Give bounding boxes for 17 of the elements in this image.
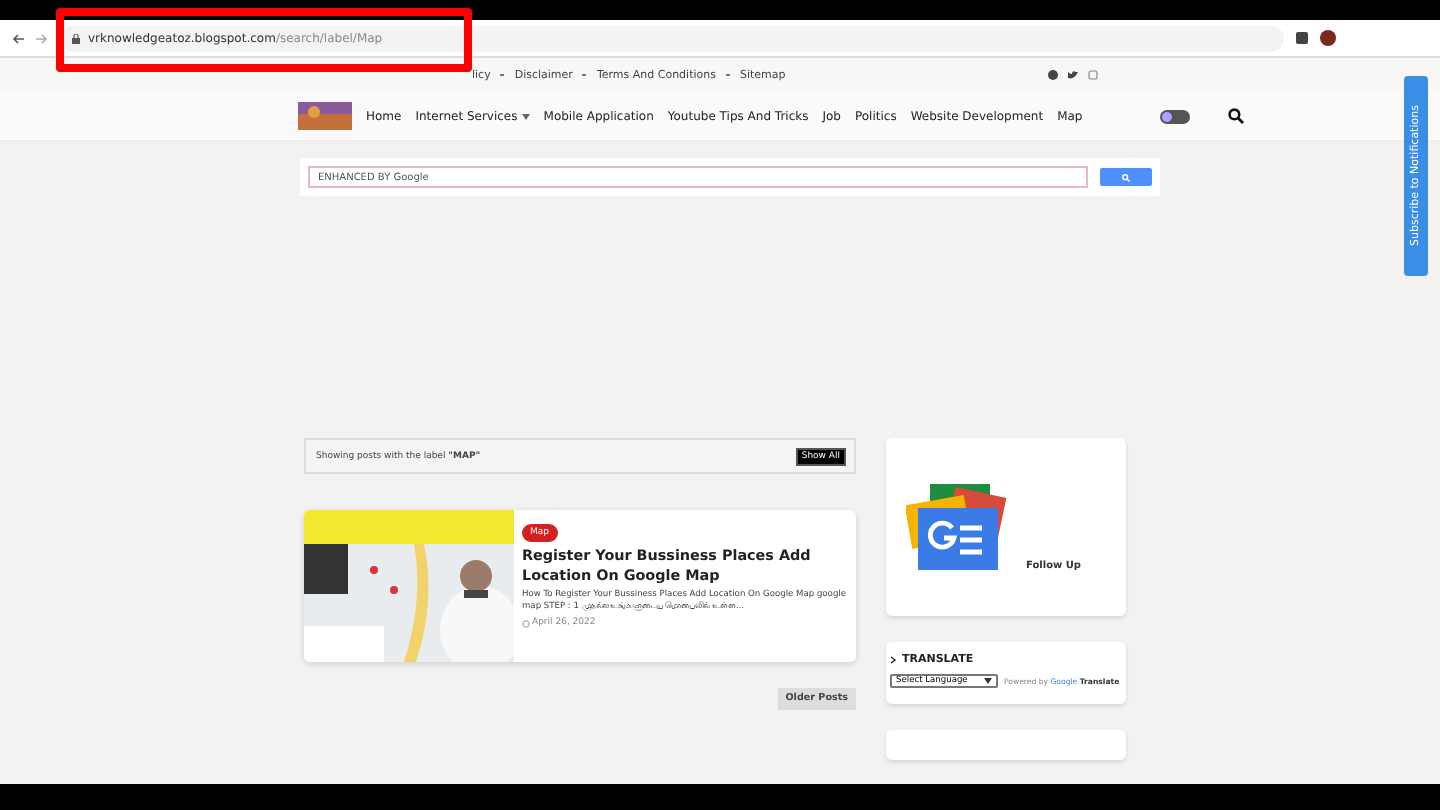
link-separator [582, 74, 587, 76]
instagram-icon[interactable] [1088, 70, 1098, 80]
clock-icon [522, 619, 530, 627]
link-separator [500, 74, 505, 76]
caret-icon [984, 678, 992, 684]
profile-avatar[interactable] [1320, 30, 1336, 46]
news-logo[interactable] [906, 484, 1010, 572]
lock-icon [72, 33, 80, 43]
chevron-icon [890, 656, 896, 664]
link-separator [725, 74, 730, 76]
back-icon[interactable] [12, 33, 24, 43]
twitter-icon[interactable] [1068, 70, 1078, 80]
dark-mode-toggle[interactable] [1160, 109, 1191, 123]
facebook-icon[interactable] [1048, 70, 1058, 80]
search-icon [1122, 173, 1131, 181]
extension-icon[interactable] [1296, 32, 1308, 44]
search-icon[interactable] [1228, 108, 1245, 124]
